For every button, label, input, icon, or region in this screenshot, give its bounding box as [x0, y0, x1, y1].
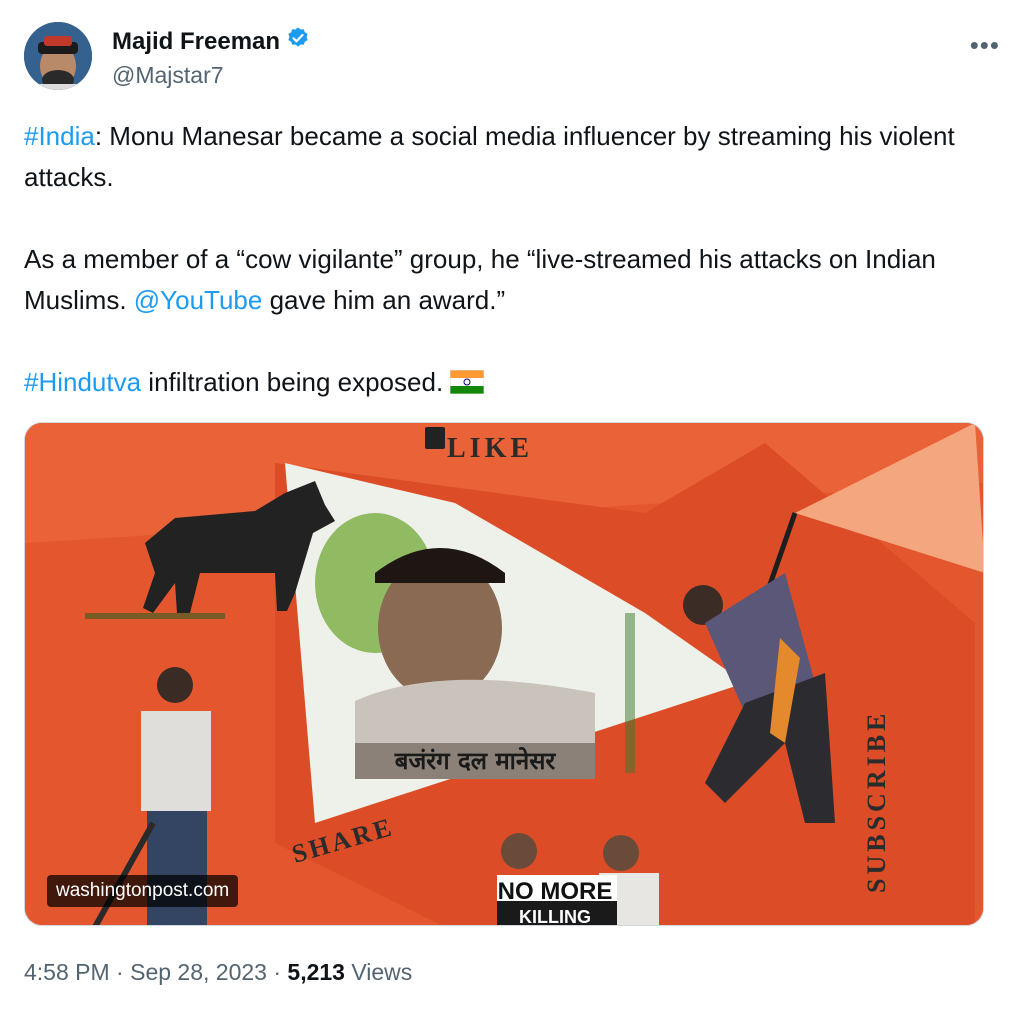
collage-illustration: NO MORE KILLING LIKE SHARE SUBSCRIBE बजं…: [25, 423, 983, 926]
tweet-paragraph-2: As a member of a “cow vigilante” group, …: [24, 239, 984, 321]
tweet-text-1: : Monu Manesar became a social media inf…: [24, 121, 955, 192]
avatar-image: [24, 22, 92, 90]
tweet-meta: 4:58 PM · Sep 28, 2023 · 5,213 Views: [24, 956, 412, 988]
author-display-name[interactable]: Majid Freeman: [112, 27, 280, 57]
tweet-header: Majid Freeman @Majstar7 •••: [24, 22, 1000, 92]
views-label: Views: [351, 959, 413, 985]
tweet-text: #India: Monu Manesar became a social med…: [24, 116, 984, 403]
mention-youtube-link[interactable]: @YouTube: [134, 285, 263, 315]
tweet-paragraph-3: #Hindutva infiltration being exposed.: [24, 362, 984, 403]
tweet-media-image[interactable]: NO MORE KILLING LIKE SHARE SUBSCRIBE बजं…: [24, 422, 984, 926]
more-horizontal-icon[interactable]: •••: [970, 30, 1000, 61]
hashtag-hindutva-link[interactable]: #Hindutva: [24, 367, 141, 397]
author-display-name-row[interactable]: Majid Freeman: [112, 26, 310, 58]
svg-text:KILLING: KILLING: [519, 907, 591, 926]
tweet-text-2b: gave him an award.”: [262, 285, 506, 315]
like-stamp-text: LIKE: [447, 433, 533, 464]
meta-separator-2: ·: [273, 959, 282, 985]
meta-separator: ·: [116, 959, 124, 985]
media-source-label: washingtonpost.com: [47, 875, 239, 907]
verified-badge-icon: [286, 26, 310, 58]
hindi-caption-text: बजंरंग दल मानेसर: [394, 747, 557, 775]
avatar[interactable]: [24, 22, 92, 90]
tweet-text-3: infiltration being exposed.: [141, 367, 451, 397]
tweet-time[interactable]: 4:58 PM: [24, 959, 110, 985]
india-flag-emoji: [449, 367, 485, 397]
tweet-paragraph-1: #India: Monu Manesar became a social med…: [24, 116, 984, 198]
hashtag-india-link[interactable]: #India: [24, 121, 95, 151]
views-count: 5,213: [287, 959, 345, 985]
tweet-date[interactable]: Sep 28, 2023: [130, 959, 267, 985]
protest-sign-text: NO MORE: [498, 878, 613, 905]
author-names: Majid Freeman @Majstar7: [112, 26, 310, 90]
author-handle[interactable]: @Majstar7: [112, 60, 310, 90]
subscribe-stamp-text: SUBSCRIBE: [862, 710, 891, 893]
